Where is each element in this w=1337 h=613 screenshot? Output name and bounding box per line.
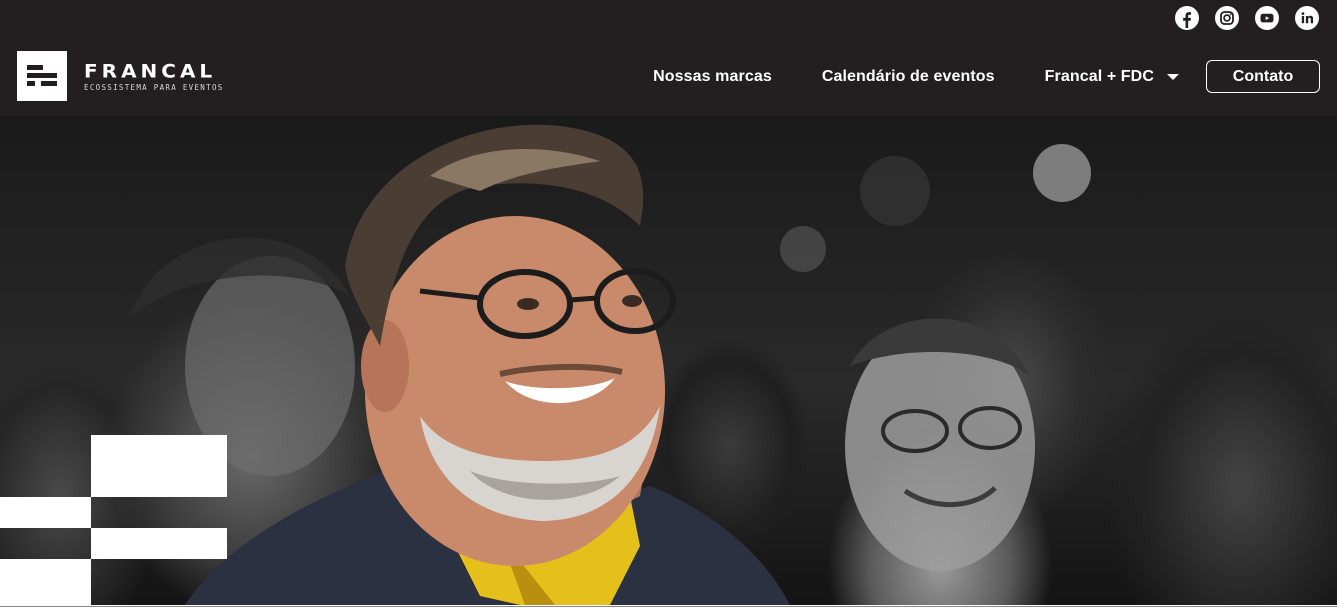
nav-item-francal-fdc-label: Francal + FDC	[1044, 67, 1154, 85]
social-links	[1175, 6, 1319, 30]
page: FRANCAL ECOSSISTEMA PARA EVENTOS Nossas …	[0, 0, 1337, 613]
brand-logo[interactable]: FRANCAL ECOSSISTEMA PARA EVENTOS	[17, 51, 224, 101]
logo-mark-icon	[17, 51, 67, 101]
logo-text: FRANCAL ECOSSISTEMA PARA EVENTOS	[84, 61, 224, 92]
linkedin-icon[interactable]	[1295, 6, 1319, 30]
decorative-checker-pattern	[0, 435, 227, 605]
brand-tagline: ECOSSISTEMA PARA EVENTOS	[84, 82, 224, 92]
nav-item-francal-fdc[interactable]: Francal + FDC	[1045, 68, 1179, 86]
main-nav: Nossas marcas Calendário de eventos Fran…	[653, 60, 1320, 93]
hero-banner	[0, 116, 1337, 605]
site-header: FRANCAL ECOSSISTEMA PARA EVENTOS Nossas …	[0, 0, 1337, 116]
section-divider	[0, 605, 1337, 613]
chevron-down-icon	[1167, 73, 1179, 80]
instagram-icon[interactable]	[1215, 6, 1239, 30]
contato-button[interactable]: Contato	[1206, 60, 1320, 93]
facebook-icon[interactable]	[1175, 6, 1199, 30]
brand-name: FRANCAL	[84, 59, 217, 82]
nav-item-nossas-marcas[interactable]: Nossas marcas	[653, 68, 772, 86]
nav-item-calendario[interactable]: Calendário de eventos	[822, 68, 995, 86]
youtube-icon[interactable]	[1255, 6, 1279, 30]
